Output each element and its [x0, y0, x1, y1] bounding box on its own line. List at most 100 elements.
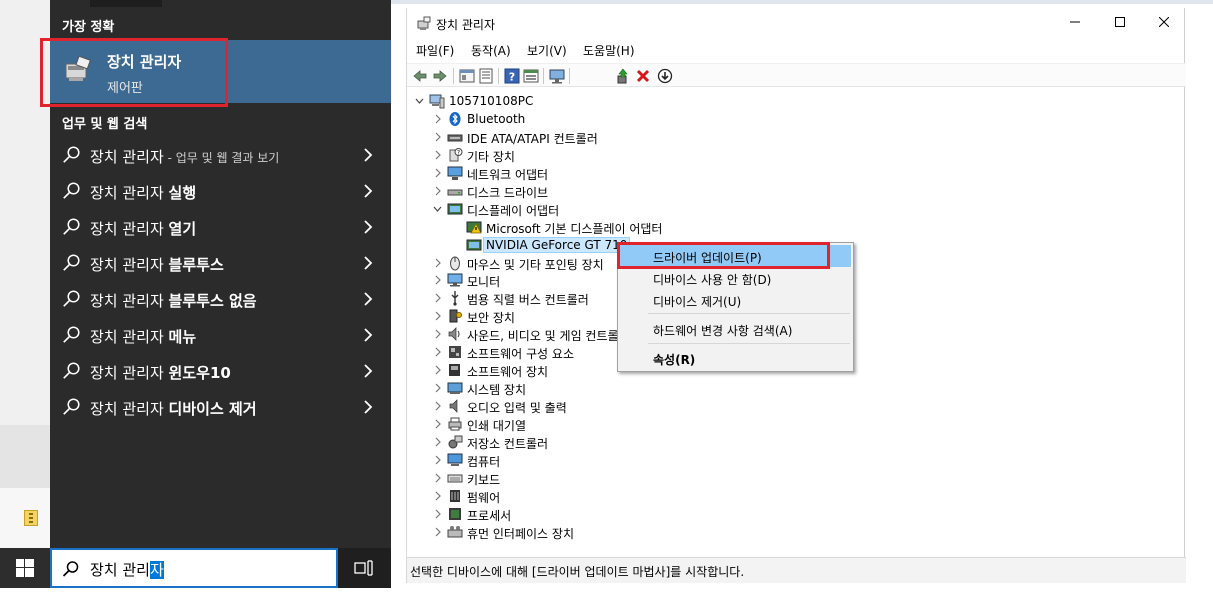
menu-help[interactable]: 도움말(H): [583, 42, 635, 59]
tree-device[interactable]: Microsoft 기본 디스플레이 어댑터: [407, 218, 1186, 236]
chevron-right-icon[interactable]: [433, 400, 442, 412]
chevron-down-icon[interactable]: [415, 95, 424, 107]
menu-view[interactable]: 보기(V): [527, 42, 567, 59]
tree-node-label: 네트워크 어댑터: [467, 168, 549, 182]
details-view-icon[interactable]: [523, 68, 539, 84]
forward-arrow-icon[interactable]: [432, 68, 448, 84]
tree-category[interactable]: 키보드: [407, 469, 1186, 487]
tree-category[interactable]: 시스템 장치: [407, 379, 1186, 397]
chevron-right-icon[interactable]: [433, 418, 442, 430]
maximize-button[interactable]: [1097, 8, 1143, 38]
chevron-right-icon[interactable]: [433, 310, 442, 322]
tree-category[interactable]: 저장소 컨트롤러: [407, 433, 1186, 451]
tree-node-label: 오디오 입력 및 출력: [467, 401, 567, 415]
chevron-right-icon[interactable]: [361, 219, 375, 235]
tree-category[interactable]: 펌웨어: [407, 487, 1186, 505]
tree-node-label: 디스크 드라이브: [467, 186, 549, 200]
close-button[interactable]: [1141, 8, 1187, 38]
properties-view-icon[interactable]: [459, 68, 475, 84]
search-result-label: 장치 관리자 디바이스 제거: [90, 398, 257, 419]
search-result-item[interactable]: 장치 관리자 디바이스 제거: [50, 389, 391, 425]
title-bar[interactable]: 장치 관리자: [407, 8, 1186, 38]
tree-category[interactable]: 컴퓨터: [407, 451, 1186, 469]
chevron-right-icon[interactable]: [361, 399, 375, 415]
chevron-down-icon[interactable]: [433, 203, 442, 215]
chevron-right-icon[interactable]: [433, 113, 442, 125]
uninstall-x-icon[interactable]: [635, 68, 651, 84]
task-view-button[interactable]: [338, 548, 391, 588]
update-driver-icon[interactable]: [615, 68, 631, 84]
chevron-right-icon[interactable]: [433, 292, 442, 304]
search-result-item[interactable]: 장치 관리자 윈도우10: [50, 353, 391, 389]
tree-node-label: 기타 장치: [467, 150, 515, 164]
tree-category[interactable]: Bluetooth: [407, 110, 1186, 128]
download-circle-icon[interactable]: [657, 68, 673, 84]
tree-node-label: 펌웨어: [467, 491, 501, 505]
tree-node-label: 프로세서: [467, 509, 512, 523]
chevron-right-icon[interactable]: [433, 185, 442, 197]
context-menu-item-label: 하드웨어 변경 사항 검색(A): [653, 324, 793, 338]
minimize-button[interactable]: [1052, 8, 1098, 38]
chevron-right-icon[interactable]: [433, 382, 442, 394]
chevron-right-icon[interactable]: [433, 167, 442, 179]
chevron-right-icon[interactable]: [433, 508, 442, 520]
zip-file-icon[interactable]: [24, 510, 38, 526]
tree-root-computer[interactable]: 105710108PC: [407, 92, 1186, 110]
search-result-item[interactable]: 장치 관리자 블루투스 없음: [50, 281, 391, 317]
tree-category[interactable]: 인쇄 대기열: [407, 415, 1186, 433]
start-button[interactable]: [0, 548, 50, 588]
tree-category[interactable]: 오디오 입력 및 출력: [407, 397, 1186, 415]
chevron-right-icon[interactable]: [433, 526, 442, 538]
search-result-item[interactable]: 장치 관리자 실행: [50, 173, 391, 209]
chevron-right-icon[interactable]: [361, 147, 375, 163]
chevron-right-icon[interactable]: [361, 363, 375, 379]
tree-category[interactable]: 디스플레이 어댑터: [407, 200, 1186, 218]
chevron-right-icon[interactable]: [433, 490, 442, 502]
back-arrow-icon[interactable]: [412, 68, 428, 84]
context-menu-item[interactable]: 속성(R): [620, 347, 851, 369]
menu-file[interactable]: 파일(F): [416, 42, 454, 59]
search-result-item[interactable]: 장치 관리자 - 업무 및 웹 결과 보기: [50, 137, 391, 173]
search-result-item[interactable]: 장치 관리자 열기: [50, 209, 391, 245]
context-menu-item[interactable]: 디바이스 제거(U): [620, 289, 851, 311]
chevron-right-icon[interactable]: [433, 274, 442, 286]
chevron-right-icon[interactable]: [361, 327, 375, 343]
context-menu-item[interactable]: 드라이버 업데이트(P): [620, 245, 851, 267]
search-result-item[interactable]: 장치 관리자 블루투스: [50, 245, 391, 281]
scan-monitor-icon[interactable]: [549, 68, 565, 84]
search-icon: [63, 146, 80, 163]
tree-node-label: 보안 장치: [467, 311, 515, 325]
chevron-right-icon[interactable]: [433, 346, 442, 358]
context-menu-item[interactable]: 디바이스 사용 안 함(D): [620, 267, 851, 289]
help-icon[interactable]: ?: [504, 68, 520, 84]
list-view-icon[interactable]: [478, 68, 494, 84]
chevron-right-icon[interactable]: [433, 257, 442, 269]
other-devices-icon: ?: [449, 148, 463, 162]
tree-category[interactable]: 휴먼 인터페이스 장치: [407, 523, 1186, 541]
chevron-right-icon[interactable]: [433, 472, 442, 484]
search-result-keyword: 디바이스 제거: [168, 400, 257, 418]
chevron-right-icon[interactable]: [433, 149, 442, 161]
chevron-right-icon[interactable]: [433, 454, 442, 466]
chevron-right-icon[interactable]: [361, 255, 375, 271]
chevron-right-icon[interactable]: [433, 364, 442, 376]
menu-action[interactable]: 동작(A): [471, 42, 511, 59]
chevron-right-icon[interactable]: [433, 436, 442, 448]
search-result-item[interactable]: 장치 관리자 메뉴: [50, 317, 391, 353]
chevron-right-icon[interactable]: [433, 131, 442, 143]
tree-category[interactable]: ? 기타 장치: [407, 146, 1186, 164]
taskbar-search-input[interactable]: 장치 관리자: [50, 548, 338, 588]
network-adapter-icon: [447, 166, 463, 180]
chevron-right-icon[interactable]: [361, 291, 375, 307]
context-menu-item[interactable]: 하드웨어 변경 사항 검색(A): [620, 318, 851, 340]
tree-category[interactable]: 네트워크 어댑터: [407, 164, 1186, 182]
search-icon: [63, 326, 80, 343]
chevron-right-icon[interactable]: [361, 183, 375, 199]
tree-category[interactable]: IDE ATA/ATAPI 컨트롤러: [407, 128, 1186, 146]
tree-category[interactable]: 프로세서: [407, 505, 1186, 523]
tree-category[interactable]: 디스크 드라이브: [407, 182, 1186, 200]
audio-icon: [449, 399, 458, 413]
search-result-label: 장치 관리자 블루투스: [90, 254, 224, 275]
best-match-heading: 가장 정확: [62, 20, 115, 35]
chevron-right-icon[interactable]: [433, 328, 442, 340]
